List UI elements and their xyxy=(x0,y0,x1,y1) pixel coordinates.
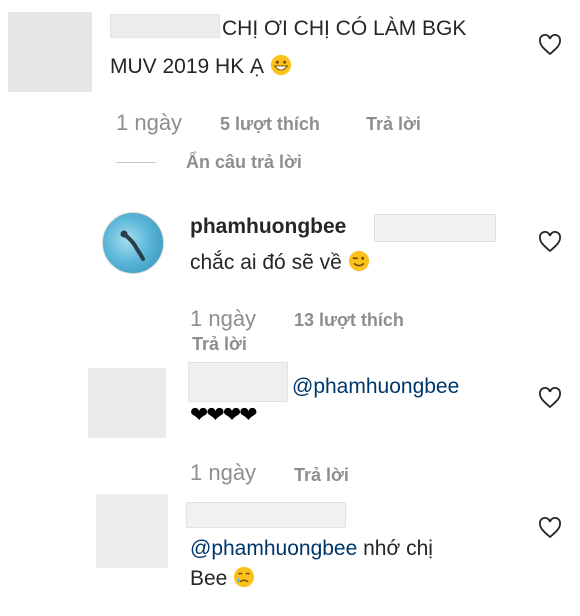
username-redacted xyxy=(186,502,346,528)
comment-text: CHỊ ƠI CHỊ CÓ LÀM BGK xyxy=(222,17,467,40)
like-heart-icon[interactable] xyxy=(538,387,562,409)
reply-button[interactable]: Trả lời xyxy=(294,465,349,486)
comment-time: 1 ngày xyxy=(116,110,183,135)
comment-time: 1 ngày xyxy=(190,306,257,331)
comment-text: Bee xyxy=(190,564,255,594)
avatar[interactable] xyxy=(102,212,164,274)
crying-face-icon xyxy=(234,566,255,588)
like-heart-icon[interactable] xyxy=(538,231,562,253)
comment-time: 1 ngày xyxy=(190,460,257,485)
likes-count[interactable]: 5 lượt thích xyxy=(220,114,320,135)
comment-text: MUV 2019 HK Ạ xyxy=(110,52,292,82)
mention-link[interactable]: @phamhuongbee xyxy=(190,537,357,560)
reply-button[interactable]: Trả lời xyxy=(192,334,247,355)
name-redacted xyxy=(374,214,496,242)
hide-replies-button[interactable]: Ẩn câu trả lời xyxy=(186,152,302,173)
comment-text: ❤❤❤❤ xyxy=(190,402,258,427)
reply-button[interactable]: Trả lời xyxy=(366,114,421,135)
comment-username[interactable]: phamhuongbee xyxy=(190,212,346,242)
like-heart-icon[interactable] xyxy=(538,517,562,539)
comment-text: @phamhuongbee nhớ chị xyxy=(190,537,433,560)
likes-count[interactable]: 13 lượt thích xyxy=(294,310,404,331)
avatar[interactable] xyxy=(88,368,166,438)
comment-text: chắc ai đó sẽ về xyxy=(190,248,370,278)
replies-divider xyxy=(116,162,156,163)
avatar[interactable] xyxy=(96,494,168,568)
swimmer-image xyxy=(120,230,145,261)
username-redacted xyxy=(188,362,288,402)
username-redacted xyxy=(110,14,220,38)
grinning-face-icon xyxy=(270,54,292,76)
mention-link[interactable]: @phamhuongbee xyxy=(292,372,459,402)
winking-face-icon xyxy=(348,250,369,272)
avatar[interactable] xyxy=(8,12,92,92)
like-heart-icon[interactable] xyxy=(538,34,562,56)
